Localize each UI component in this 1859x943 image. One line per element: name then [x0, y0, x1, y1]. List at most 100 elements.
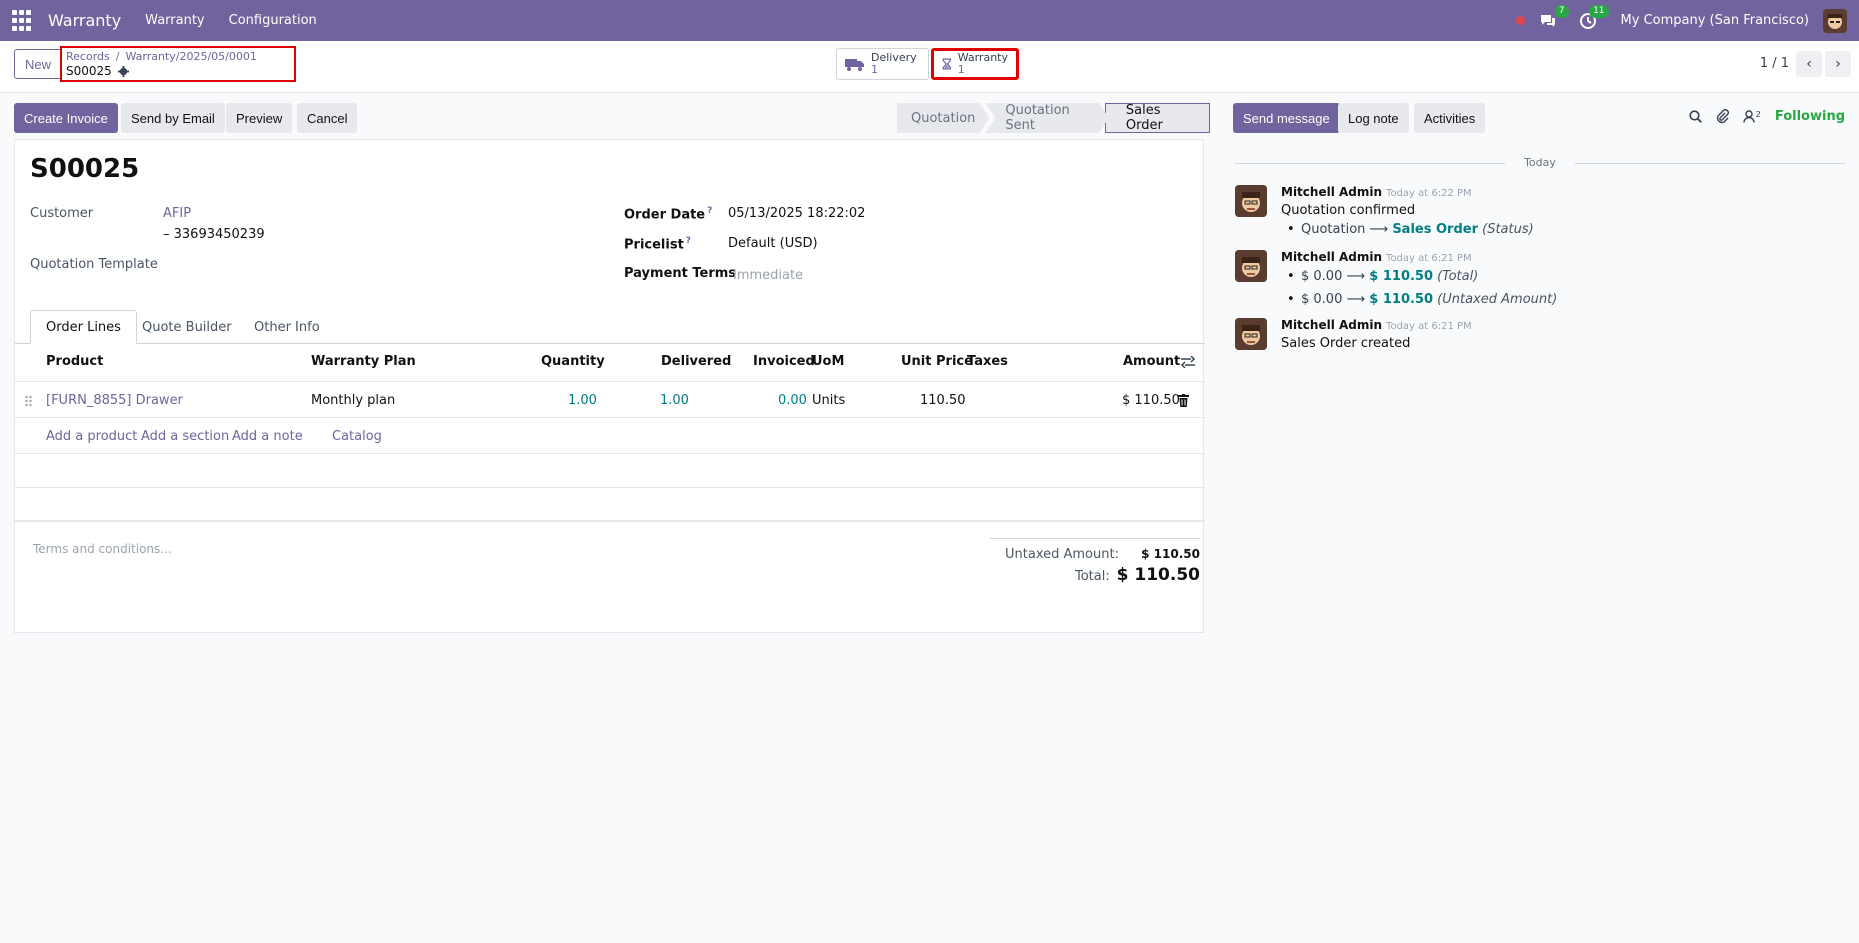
cancel-button[interactable]: Cancel	[297, 103, 358, 133]
avatar[interactable]	[1235, 318, 1267, 350]
debug-icon[interactable]	[1515, 16, 1525, 25]
breadcrumb-current: S00025	[66, 64, 112, 78]
payment-terms-field[interactable]: Immediate	[733, 268, 803, 283]
tracking-value: $ 0.00 ⟶ $ 110.50 (Total)	[1287, 269, 1478, 284]
help-icon[interactable]: ?	[707, 206, 712, 216]
message-author[interactable]: Mitchell Admin	[1281, 250, 1382, 264]
cell-product[interactable]: [FURN_8855] Drawer	[46, 393, 183, 408]
header-taxes[interactable]: Taxes	[967, 354, 1008, 369]
customer-vat: – 33693450239	[163, 227, 265, 242]
drag-handle-icon[interactable]	[25, 395, 32, 407]
header-warranty-plan[interactable]: Warranty Plan	[311, 354, 416, 369]
menu-configuration[interactable]: Configuration	[229, 13, 317, 28]
cell-delivered[interactable]: 1.00	[660, 393, 689, 408]
add-product-link[interactable]: Add a product	[46, 429, 137, 444]
customer-field[interactable]: AFIP	[163, 206, 191, 221]
tab-quote-builder[interactable]: Quote Builder	[127, 310, 247, 344]
chatter: Send message Log note Activities 2 Follo…	[1225, 93, 1859, 943]
messages-badge: 7	[1554, 4, 1569, 18]
stage-quotation-sent[interactable]: Quotation Sent	[985, 103, 1109, 133]
header-amount[interactable]: Amount	[1123, 354, 1180, 369]
add-note-link[interactable]: Add a note	[232, 429, 303, 444]
top-navbar: Warranty Warranty Configuration 7 11 My …	[0, 0, 1859, 41]
tab-other-info[interactable]: Other Info	[239, 310, 335, 344]
app-name[interactable]: Warranty	[48, 11, 121, 30]
activities-icon[interactable]: 11	[1579, 4, 1609, 30]
pager-value[interactable]: 1 / 1	[1760, 56, 1789, 71]
header-invoiced[interactable]: Invoiced	[753, 354, 815, 369]
table-row[interactable]: [FURN_8855] Drawer Monthly plan 1.00 1.0…	[15, 381, 1205, 418]
following-button[interactable]: Following	[1775, 109, 1845, 124]
warranty-smart-button[interactable]: Warranty 1	[931, 48, 1019, 80]
message-author[interactable]: Mitchell Admin	[1281, 318, 1382, 332]
breadcrumb-records[interactable]: Records	[66, 50, 110, 63]
gear-icon[interactable]	[117, 65, 129, 77]
message-body: Quotation confirmed	[1281, 203, 1416, 218]
tab-order-lines[interactable]: Order Lines	[30, 310, 137, 344]
preview-button[interactable]: Preview	[226, 103, 293, 133]
cell-unit-price[interactable]: 110.50	[920, 393, 966, 408]
truck-icon	[845, 59, 864, 71]
send-message-button[interactable]: Send message	[1233, 103, 1340, 133]
optional-columns-icon[interactable]	[1181, 356, 1195, 368]
delivery-count: 1	[871, 63, 878, 76]
stage-quotation[interactable]: Quotation	[897, 103, 989, 133]
arrow-right-icon: ⟶	[1346, 292, 1370, 307]
tracking-value: Quotation ⟶ Sales Order (Status)	[1287, 222, 1534, 237]
breadcrumb-warranty-record[interactable]: Warranty/2025/05/0001	[125, 50, 256, 63]
avatar[interactable]	[1235, 185, 1267, 217]
add-section-link[interactable]: Add a section	[141, 429, 229, 444]
stage-sales-order[interactable]: Sales Order	[1104, 103, 1210, 133]
search-icon[interactable]	[1689, 110, 1702, 123]
header-quantity[interactable]: Quantity	[541, 354, 605, 369]
arrow-right-icon: ⟶	[1346, 269, 1370, 284]
apps-menu-icon[interactable]	[12, 9, 34, 32]
cell-quantity[interactable]: 1.00	[568, 393, 597, 408]
page-title: S00025	[30, 154, 140, 184]
new-button[interactable]: New	[14, 49, 63, 79]
activities-button[interactable]: Activities	[1414, 103, 1486, 133]
send-by-email-button[interactable]: Send by Email	[121, 103, 225, 133]
avatar[interactable]	[1235, 250, 1267, 282]
cell-warranty-plan[interactable]: Monthly plan	[311, 393, 395, 408]
hourglass-icon	[942, 58, 952, 70]
cell-uom[interactable]: Units	[812, 393, 845, 408]
catalog-link[interactable]: Catalog	[332, 429, 382, 444]
payment-terms-label: Payment Terms	[624, 266, 737, 281]
untaxed-amount-value: $ 110.50	[1141, 547, 1200, 561]
help-icon[interactable]: ?	[686, 236, 691, 246]
delivery-smart-button[interactable]: Delivery 1	[836, 48, 929, 80]
menu-warranty[interactable]: Warranty	[145, 13, 204, 28]
header-unit-price[interactable]: Unit Price	[901, 354, 973, 369]
pricelist-field[interactable]: Default (USD)	[728, 236, 818, 251]
header-product[interactable]: Product	[46, 354, 103, 369]
message: Mitchell Admin Today at 6:22 PM Quotation…	[1235, 185, 1835, 245]
header-uom[interactable]: UoM	[812, 354, 844, 369]
terms-input[interactable]: Terms and conditions...	[33, 542, 172, 556]
arrow-right-icon: ⟶	[1369, 222, 1393, 237]
message-time: Today at 6:21 PM	[1386, 253, 1472, 264]
pager-previous-icon[interactable]: ‹	[1796, 51, 1822, 77]
empty-row	[15, 488, 1205, 522]
followers-count: 2	[1755, 110, 1761, 119]
order-date-field[interactable]: 05/13/2025 18:22:02	[728, 206, 865, 221]
log-note-button[interactable]: Log note	[1338, 103, 1409, 133]
trash-icon[interactable]	[1178, 394, 1189, 407]
header-delivered[interactable]: Delivered	[661, 354, 731, 369]
message-author[interactable]: Mitchell Admin	[1281, 185, 1382, 199]
totals-panel: Untaxed Amount: $ 110.50 Total: $ 110.50	[990, 538, 1200, 585]
message-body: Sales Order created	[1281, 336, 1411, 351]
message: Mitchell Admin Today at 6:21 PM $ 0.00 ⟶ …	[1235, 250, 1835, 314]
followers-button[interactable]: 2	[1743, 110, 1761, 123]
notebook-tabs: Order Lines Quote Builder Other Info	[15, 310, 1205, 344]
messages-icon[interactable]: 7	[1539, 4, 1569, 30]
pricelist-label: Pricelist?	[624, 236, 692, 253]
cell-invoiced[interactable]: 0.00	[778, 393, 807, 408]
company-switcher[interactable]: My Company (San Francisco)	[1621, 13, 1809, 28]
create-invoice-button[interactable]: Create Invoice	[14, 103, 118, 133]
paperclip-icon[interactable]	[1716, 109, 1729, 124]
pager-next-icon[interactable]: ›	[1825, 51, 1851, 77]
user-icon	[1743, 110, 1755, 123]
control-panel: New Records / Warranty/2025/05/0001 S00025…	[0, 41, 1859, 93]
user-avatar[interactable]	[1823, 8, 1847, 33]
